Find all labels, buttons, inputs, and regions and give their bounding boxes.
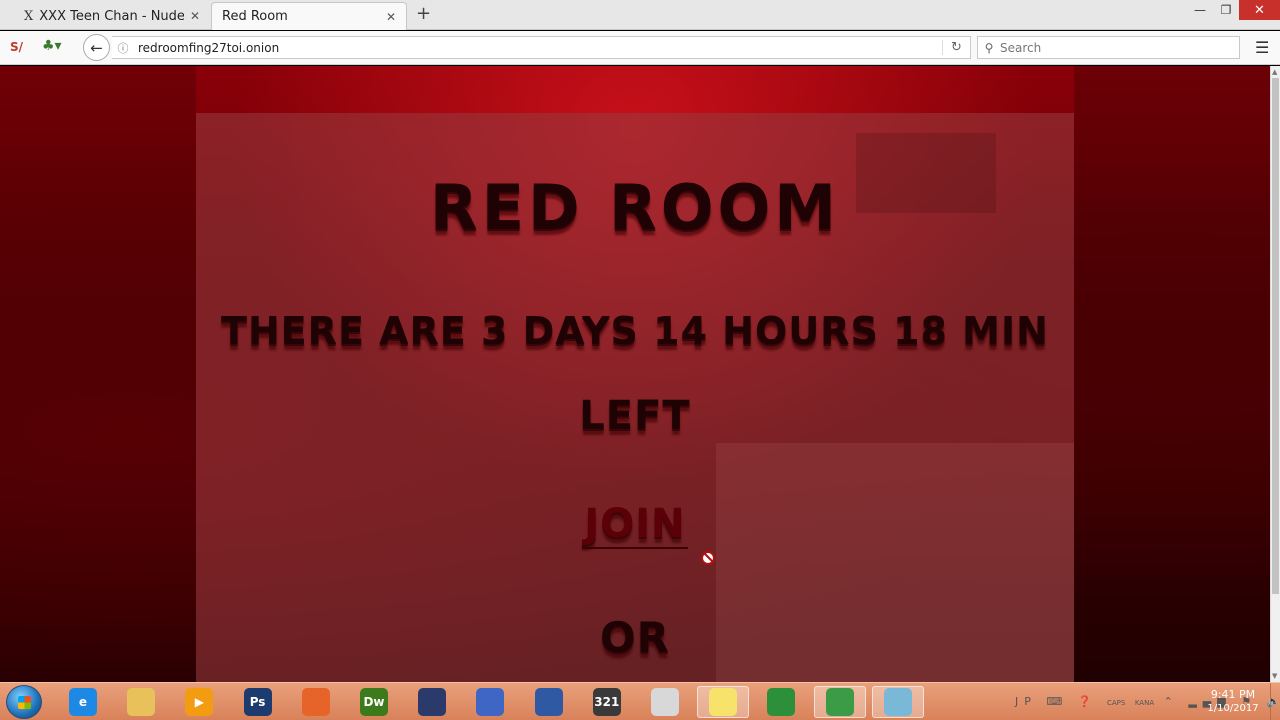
media-player-icon: ▶: [185, 688, 214, 716]
info-icon[interactable]: ⓘ: [112, 40, 134, 56]
tor-onion-icon[interactable]: ♣▾: [42, 38, 62, 54]
photoshop-icon: Ps: [243, 688, 272, 716]
scrollbar-thumb[interactable]: [1272, 78, 1279, 594]
clock-time: 9:41 PM: [1210, 688, 1256, 701]
notepad-app-icon: [883, 688, 912, 716]
hamburger-menu-icon[interactable]: ☰: [1255, 38, 1275, 57]
taskbar-dreamweaver[interactable]: Dw: [348, 686, 400, 718]
page-title: RED ROOM: [430, 171, 840, 244]
taskbar-media-player[interactable]: ▶: [173, 686, 225, 718]
reload-icon[interactable]: ↻: [942, 40, 970, 55]
language-indicator[interactable]: JP: [1015, 695, 1037, 708]
security-shield-icon: [476, 688, 505, 716]
keyboard-icon[interactable]: ⌨: [1046, 695, 1068, 708]
content-panel: RED ROOM THERE ARE 3 DAYS 14 HOURS 18 MI…: [196, 113, 1074, 682]
taskbar-photoshop[interactable]: Ps: [232, 686, 284, 718]
tab-favicon-x-icon: X: [24, 8, 34, 24]
page-viewport: RED ROOM THERE ARE 3 DAYS 14 HOURS 18 MI…: [0, 66, 1270, 682]
tab-title: XXX Teen Chan - Nude ...: [39, 8, 184, 24]
taskbar-globe-browser[interactable]: [755, 686, 807, 718]
taskbar-text-tool[interactable]: [639, 686, 691, 718]
internet-explorer-icon: e: [69, 688, 97, 716]
tab-close-icon[interactable]: ✕: [190, 9, 200, 23]
taskbar-webcam-app[interactable]: [523, 686, 575, 718]
vertical-scrollbar[interactable]: ▲ ▼: [1270, 66, 1280, 682]
taskbar-sticky-notes[interactable]: [697, 686, 750, 718]
chevron-up-icon[interactable]: ⌃: [1164, 695, 1179, 708]
background-wall-right: [1074, 66, 1270, 682]
taskbar-tor-browser[interactable]: [813, 686, 866, 718]
dreamweaver-icon: Dw: [360, 688, 388, 716]
sticky-notes-icon: [709, 688, 738, 716]
scroll-up-icon[interactable]: ▲: [1272, 68, 1277, 76]
caps-indicator: CAPS: [1106, 699, 1126, 707]
media-player-321-icon: 321: [592, 688, 621, 716]
new-tab-button[interactable]: +: [416, 3, 431, 24]
taskbar-app-program[interactable]: [406, 686, 458, 718]
or-text: OR: [599, 613, 671, 662]
tab-red-room[interactable]: Red Room ✕: [211, 2, 407, 30]
taskbar-media-player-321[interactable]: 321: [581, 686, 633, 718]
close-window-button[interactable]: ✕: [1239, 0, 1280, 20]
windows-taskbar: e ▶ Ps Dw 321 JP ⌨ ❓ CAPS KANA ⌃ ▂▄▆ ⚑ 🔈 9:4…: [0, 682, 1280, 720]
minimize-button[interactable]: —: [1187, 0, 1213, 20]
taskbar-file-explorer[interactable]: [115, 686, 167, 718]
file-explorer-icon: [127, 688, 156, 716]
system-tray: JP ⌨ ❓ CAPS KANA ⌃ ▂▄▆ ⚑ 🔈: [1010, 686, 1280, 718]
taskbar-firefox[interactable]: [290, 686, 342, 718]
url-bar[interactable]: ⓘ redroomfing27toi.onion ↻: [112, 36, 971, 59]
join-link-container: JOIN: [196, 501, 1074, 549]
tor-browser-icon: [825, 688, 854, 716]
start-button[interactable]: [6, 685, 42, 719]
tab-xxx-teen-chan[interactable]: X XXX Teen Chan - Nude ... ✕: [14, 2, 210, 30]
navigation-bar: S/ ♣▾ ← ⓘ redroomfing27toi.onion ↻ ⚲ ☰: [0, 31, 1280, 65]
clock-date: 1/10/2017: [1207, 703, 1259, 714]
search-input[interactable]: [1000, 40, 1239, 55]
maximize-button[interactable]: ❐: [1213, 0, 1239, 20]
text-tool-icon: [651, 688, 679, 716]
kana-indicator: KANA: [1134, 699, 1155, 707]
taskbar-notepad-app[interactable]: [871, 686, 924, 718]
search-bar[interactable]: ⚲: [977, 36, 1240, 59]
app-program-icon: [418, 688, 447, 716]
extension-s-icon[interactable]: S/: [10, 40, 23, 54]
mouse-cursor-icon: [701, 551, 715, 565]
countdown-text: THERE ARE 3 DAYS 14 HOURS 18 MIN: [221, 309, 1049, 353]
system-clock[interactable]: 9:41 PM 1/10/2017: [1200, 688, 1266, 716]
taskbar-security-shield[interactable]: [464, 686, 516, 718]
back-button[interactable]: ←: [83, 34, 110, 61]
tab-title: Red Room: [222, 9, 288, 24]
webcam-app-icon: [534, 688, 563, 716]
background-wall-left: [0, 66, 196, 682]
show-desktop-button[interactable]: [1270, 683, 1280, 720]
search-icon: ⚲: [984, 40, 994, 55]
tab-strip: X XXX Teen Chan - Nude ... ✕ Red Room ✕ …: [0, 0, 1280, 30]
url-text[interactable]: redroomfing27toi.onion: [134, 41, 942, 55]
taskbar-internet-explorer[interactable]: e: [57, 686, 109, 718]
join-link[interactable]: JOIN: [582, 501, 688, 549]
firefox-icon: [301, 688, 330, 716]
help-icon[interactable]: ❓: [1078, 695, 1098, 708]
scroll-down-icon[interactable]: ▼: [1272, 672, 1277, 680]
tab-close-icon[interactable]: ✕: [386, 10, 396, 24]
globe-browser-icon: [767, 688, 796, 716]
arrow-left-icon: ←: [90, 38, 103, 57]
countdown-text-left: LEFT: [579, 393, 691, 439]
